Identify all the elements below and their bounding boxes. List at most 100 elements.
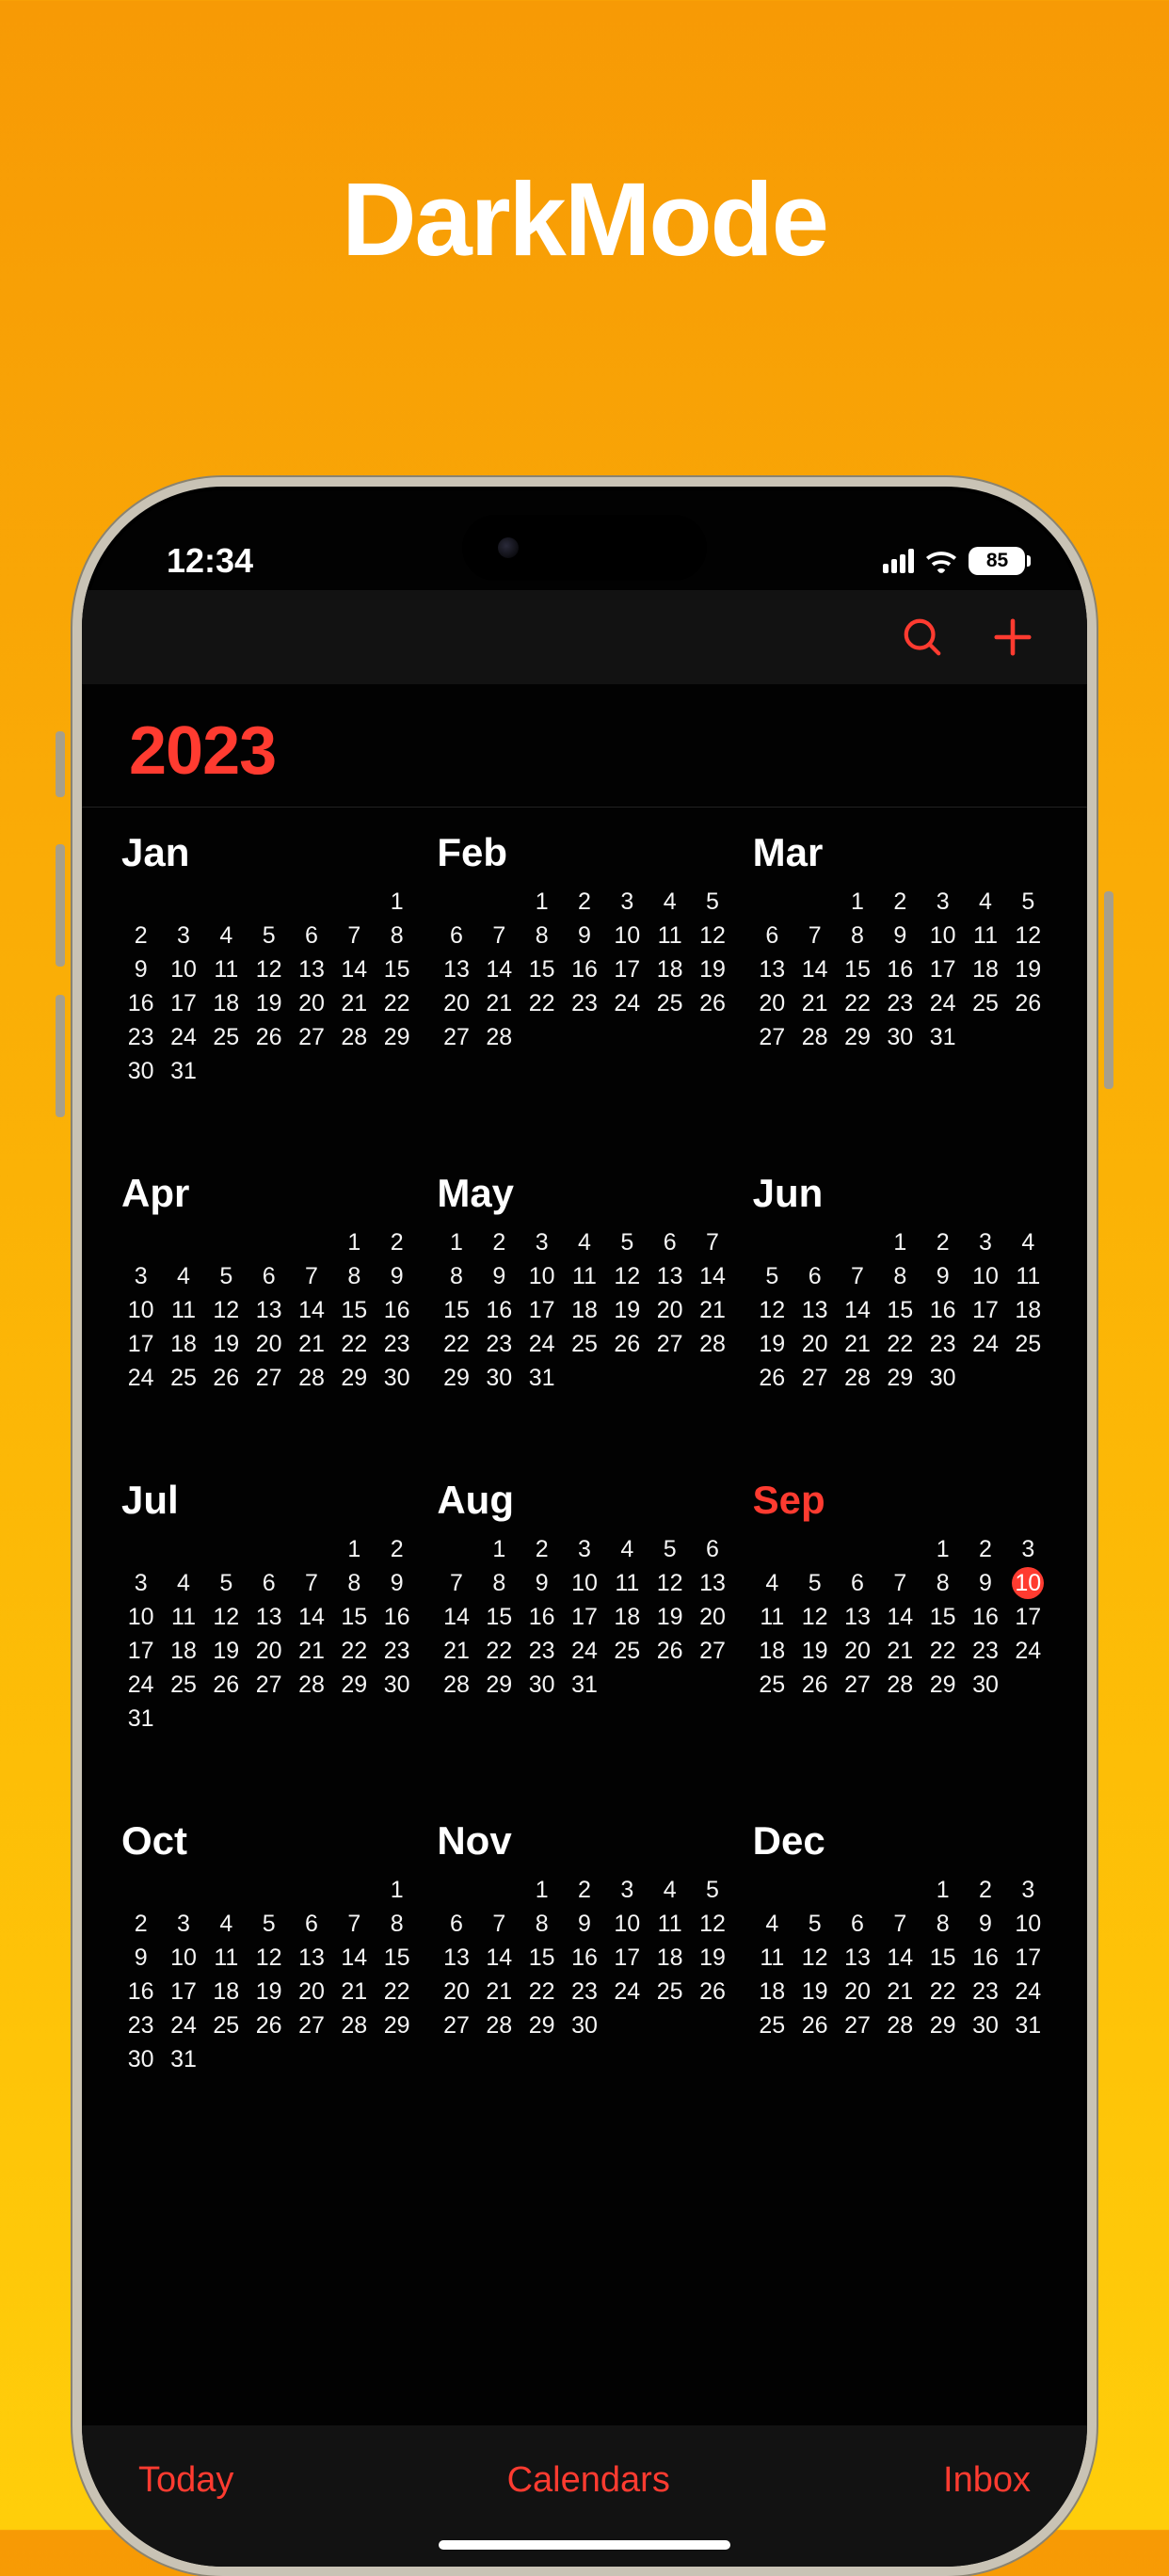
day-cell[interactable]: 18 (162, 1329, 204, 1359)
day-cell[interactable]: 7 (836, 1261, 878, 1291)
month-dec[interactable]: Dec1234567891011121314151617181920212223… (751, 1818, 1049, 2074)
day-cell[interactable]: 29 (333, 1670, 376, 1700)
day-cell[interactable]: 27 (248, 1670, 290, 1700)
day-cell[interactable]: 27 (248, 1363, 290, 1393)
day-cell[interactable]: 22 (520, 988, 563, 1018)
day-cell[interactable]: 15 (520, 954, 563, 984)
month-aug[interactable]: Aug1234567891011121314151617181920212223… (435, 1478, 733, 1734)
day-cell[interactable]: 9 (964, 1568, 1006, 1598)
day-cell[interactable]: 7 (879, 1909, 921, 1939)
day-cell[interactable]: 29 (879, 1363, 921, 1393)
day-cell[interactable]: 11 (751, 1602, 793, 1632)
day-cell[interactable]: 28 (879, 1670, 921, 1700)
day-cell[interactable]: 17 (606, 954, 649, 984)
day-cell[interactable]: 16 (563, 954, 605, 984)
day-cell[interactable]: 1 (333, 1534, 376, 1564)
day-cell[interactable]: 17 (120, 1636, 162, 1666)
day-cell[interactable]: 13 (691, 1568, 733, 1598)
day-cell[interactable]: 28 (333, 1022, 376, 1052)
day-cell[interactable]: 20 (793, 1329, 836, 1359)
day-cell[interactable]: 3 (1007, 1534, 1049, 1564)
day-cell[interactable]: 18 (751, 1636, 793, 1666)
day-cell[interactable]: 2 (879, 887, 921, 917)
day-cell[interactable]: 23 (120, 2010, 162, 2040)
day-cell[interactable]: 17 (921, 954, 964, 984)
day-cell[interactable]: 12 (606, 1261, 649, 1291)
day-cell[interactable]: 2 (563, 887, 605, 917)
day-cell[interactable]: 8 (921, 1568, 964, 1598)
day-cell[interactable]: 20 (435, 1976, 477, 2007)
day-cell[interactable]: 17 (606, 1943, 649, 1973)
day-cell[interactable]: 22 (435, 1329, 477, 1359)
day-cell[interactable]: 24 (162, 1022, 204, 1052)
day-cell[interactable]: 5 (248, 1909, 290, 1939)
search-icon[interactable] (901, 616, 944, 659)
day-cell[interactable]: 18 (751, 1976, 793, 2007)
day-cell[interactable]: 28 (879, 2010, 921, 2040)
day-cell[interactable]: 14 (836, 1295, 878, 1325)
day-cell[interactable]: 31 (921, 1022, 964, 1052)
day-cell[interactable]: 22 (836, 988, 878, 1018)
day-cell[interactable]: 27 (649, 1329, 691, 1359)
day-cell[interactable]: 4 (1007, 1227, 1049, 1257)
day-cell[interactable]: 8 (921, 1909, 964, 1939)
day-cell[interactable]: 18 (649, 954, 691, 984)
day-cell[interactable]: 17 (964, 1295, 1006, 1325)
day-cell[interactable]: 8 (333, 1261, 376, 1291)
day-cell[interactable]: 6 (691, 1534, 733, 1564)
day-cell[interactable]: 18 (649, 1943, 691, 1973)
day-cell[interactable]: 20 (248, 1636, 290, 1666)
day-cell[interactable]: 9 (376, 1261, 418, 1291)
day-cell[interactable]: 8 (478, 1568, 520, 1598)
day-cell[interactable]: 8 (836, 920, 878, 951)
day-cell[interactable]: 5 (606, 1227, 649, 1257)
day-cell[interactable]: 26 (793, 1670, 836, 1700)
day-cell[interactable]: 20 (836, 1976, 878, 2007)
day-cell[interactable]: 24 (520, 1329, 563, 1359)
day-cell[interactable]: 6 (290, 920, 332, 951)
day-cell[interactable]: 20 (649, 1295, 691, 1325)
day-cell[interactable]: 30 (376, 1670, 418, 1700)
day-cell[interactable]: 26 (1007, 988, 1049, 1018)
day-cell[interactable]: 15 (333, 1602, 376, 1632)
day-cell[interactable]: 28 (333, 2010, 376, 2040)
day-cell[interactable]: 5 (691, 1875, 733, 1905)
day-cell[interactable]: 4 (751, 1568, 793, 1598)
day-cell[interactable]: 10 (120, 1295, 162, 1325)
day-cell[interactable]: 18 (162, 1636, 204, 1666)
day-cell[interactable]: 22 (921, 1636, 964, 1666)
day-cell[interactable]: 7 (333, 1909, 376, 1939)
day-cell[interactable]: 6 (793, 1261, 836, 1291)
day-cell[interactable]: 13 (248, 1602, 290, 1632)
day-cell[interactable]: 20 (691, 1602, 733, 1632)
day-cell[interactable]: 27 (435, 1022, 477, 1052)
day-cell[interactable]: 21 (333, 988, 376, 1018)
day-cell[interactable]: 31 (563, 1670, 605, 1700)
day-cell[interactable]: 29 (836, 1022, 878, 1052)
day-cell[interactable]: 3 (606, 887, 649, 917)
day-cell[interactable]: 13 (751, 954, 793, 984)
day-cell[interactable]: 23 (478, 1329, 520, 1359)
day-cell[interactable]: 26 (793, 2010, 836, 2040)
day-cell[interactable]: 5 (649, 1534, 691, 1564)
day-cell[interactable]: 7 (290, 1261, 332, 1291)
day-cell[interactable]: 5 (205, 1261, 248, 1291)
day-cell[interactable]: 12 (691, 920, 733, 951)
day-cell[interactable]: 1 (478, 1534, 520, 1564)
day-cell[interactable]: 19 (248, 1976, 290, 2007)
year-label[interactable]: 2023 (129, 712, 1040, 790)
day-cell-today[interactable]: 10 (1007, 1568, 1049, 1598)
day-cell[interactable]: 26 (205, 1363, 248, 1393)
day-cell[interactable]: 24 (1007, 1636, 1049, 1666)
day-cell[interactable]: 21 (879, 1976, 921, 2007)
day-cell[interactable]: 30 (563, 2010, 605, 2040)
day-cell[interactable]: 14 (478, 1943, 520, 1973)
day-cell[interactable]: 12 (205, 1602, 248, 1632)
day-cell[interactable]: 26 (691, 1976, 733, 2007)
day-cell[interactable]: 30 (879, 1022, 921, 1052)
day-cell[interactable]: 19 (691, 954, 733, 984)
day-cell[interactable]: 13 (649, 1261, 691, 1291)
day-cell[interactable]: 22 (333, 1636, 376, 1666)
day-cell[interactable]: 11 (751, 1943, 793, 1973)
day-cell[interactable]: 10 (606, 920, 649, 951)
